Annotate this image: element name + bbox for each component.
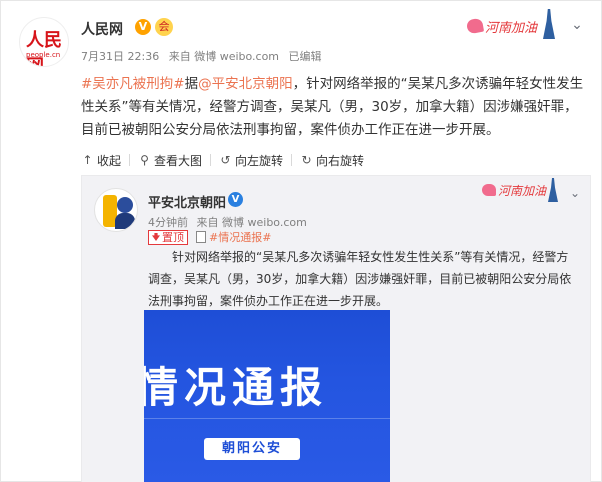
- rotate-right-button[interactable]: ↻ 向右旋转: [300, 152, 365, 169]
- card-author-name: 平安北京朝阳: [148, 196, 227, 211]
- banner-text: 河南加油: [485, 21, 538, 36]
- tower-icon: [543, 9, 555, 39]
- avatar-head-shape: [117, 197, 133, 213]
- card-meta: 4分钟前 来自 微博 weibo.com: [148, 214, 312, 230]
- image-action-bar: ↑ 收起 ⚲ 查看大图 ↺ 向左旋转 ↻ 向右旋转: [81, 151, 364, 169]
- divider: [210, 154, 212, 166]
- weibo-post: 人民网 people.cn 人民网 V 会 7月31日 22:36 来自 微博 …: [0, 0, 602, 482]
- collapse-label: 收起: [97, 153, 122, 168]
- collapse-icon: ↑: [82, 152, 93, 167]
- author-avatar[interactable]: 人民网 people.cn: [19, 17, 69, 67]
- view-large-image-button[interactable]: ⚲ 查看大图: [138, 152, 202, 169]
- member-badge-icon[interactable]: 会: [155, 18, 173, 36]
- poster-divider: [144, 418, 390, 419]
- henan-support-banner: 河南加油: [465, 9, 561, 41]
- card-tags: 置顶 #情况通报#: [148, 229, 271, 245]
- card-chevron-down-icon: ⌄: [570, 186, 581, 200]
- divider: [291, 154, 293, 166]
- post-text: #吴亦凡被刑拘#据@平安北京朝阳，针对网络举报的“吴某凡多次诱骗年轻女性发生性关…: [81, 73, 589, 142]
- verified-icon: V: [135, 19, 151, 35]
- avatar-body-shape: [115, 213, 135, 229]
- card-hashtag: #情况通报#: [209, 231, 272, 244]
- rotate-left-label: 向左旋转: [235, 153, 284, 168]
- post-date[interactable]: 7月31日 22:36: [81, 50, 159, 63]
- pinned-label: 置顶: [162, 230, 184, 244]
- card-time: 4分钟前: [148, 216, 188, 229]
- pinned-badge: 置顶: [148, 229, 188, 245]
- divider: [129, 154, 131, 166]
- poster-subtitle: 朝阳公安: [204, 438, 300, 460]
- chevron-down-icon[interactable]: ⌄: [569, 17, 585, 33]
- post-meta: 7月31日 22:36 来自 微博 weibo.com 已编辑: [81, 48, 328, 64]
- post-hashtag[interactable]: #吴亦凡被刑拘#: [81, 76, 185, 92]
- rotate-left-button[interactable]: ↺ 向左旋转: [219, 152, 284, 169]
- situation-report-poster: 情况通报 朝阳公安: [144, 310, 390, 482]
- pin-icon: [152, 233, 160, 241]
- view-large-label: 查看大图: [154, 153, 203, 168]
- card-verified-icon: V: [228, 192, 243, 207]
- card-body: 针对网络举报的“吴某凡多次诱骗年轻女性发生性关系”等有关情况，经警方调查，吴某凡…: [148, 250, 572, 308]
- tower-icon: [548, 178, 558, 202]
- post-before-mention: 据: [184, 76, 199, 92]
- rotate-left-icon: ↺: [220, 152, 231, 167]
- rotate-right-icon: ↻: [301, 152, 312, 167]
- card-henan-banner: 河南加油: [478, 176, 568, 204]
- card-author-avatar: [94, 188, 138, 232]
- rotate-right-label: 向右旋转: [316, 153, 365, 168]
- poster-headline: 情况通报: [144, 363, 329, 412]
- card-text: 针对网络举报的“吴某凡多次诱骗年轻女性发生性关系”等有关情况，经警方调查，吴某凡…: [148, 246, 576, 312]
- author-name[interactable]: 人民网: [81, 19, 123, 39]
- people-daily-logo: 人民网: [26, 30, 62, 67]
- post-mention[interactable]: @平安北京朝阳: [198, 76, 293, 92]
- collapse-button[interactable]: ↑ 收起: [81, 152, 121, 169]
- card-source: 来自 微博 weibo.com: [196, 216, 307, 229]
- zoom-icon: ⚲: [140, 152, 149, 167]
- edited-label[interactable]: 已编辑: [289, 50, 322, 63]
- heart-icon: [482, 184, 496, 196]
- people-daily-logo-sub: people.cn: [26, 51, 61, 59]
- embedded-post-image[interactable]: 平安北京朝阳 V 4分钟前 来自 微博 weibo.com 河南加油 ⌄ 置顶 …: [81, 175, 591, 482]
- post-source[interactable]: 来自 微博 weibo.com: [169, 50, 279, 63]
- heart-icon: [465, 17, 485, 35]
- document-icon: [196, 231, 206, 243]
- card-banner-text: 河南加油: [498, 184, 547, 198]
